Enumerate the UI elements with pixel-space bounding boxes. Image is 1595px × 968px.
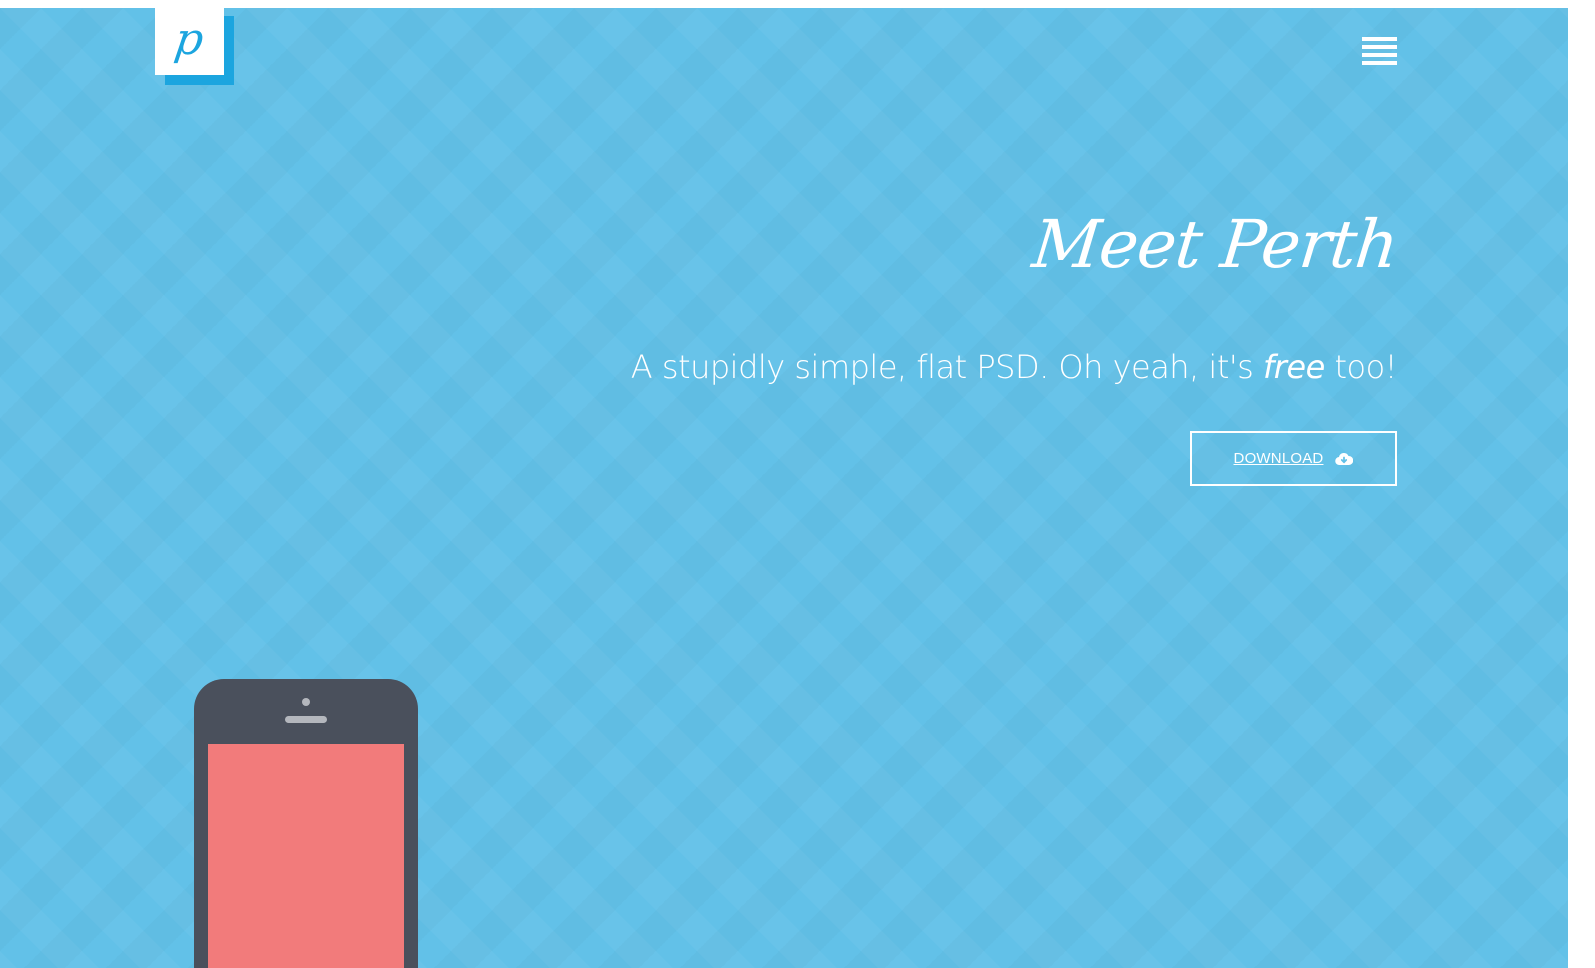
cloud-download-icon bbox=[1335, 452, 1354, 465]
menu-bar bbox=[1362, 37, 1397, 41]
menu-bar bbox=[1362, 45, 1397, 49]
phone-camera bbox=[302, 698, 310, 706]
hero-subtitle: A stupidly simple, flat PSD. Oh yeah, it… bbox=[630, 348, 1398, 386]
phone-illustration bbox=[194, 679, 418, 968]
perth-logo-icon: p bbox=[171, 13, 208, 65]
scrollbar-area bbox=[1568, 0, 1595, 968]
phone-speaker bbox=[285, 716, 327, 723]
download-button[interactable]: DOWNLOAD bbox=[1190, 431, 1397, 486]
site-logo[interactable]: p bbox=[155, 8, 235, 86]
hero-title: Meet Perth bbox=[1028, 206, 1402, 283]
subtitle-emphasis: free bbox=[1263, 348, 1325, 386]
hamburger-menu-icon[interactable] bbox=[1362, 37, 1397, 67]
menu-bar bbox=[1362, 61, 1397, 65]
logo-box: p bbox=[155, 8, 224, 75]
subtitle-text: A stupidly simple, flat PSD. Oh yeah, it… bbox=[630, 348, 1263, 386]
subtitle-text-end: too! bbox=[1324, 348, 1397, 386]
phone-screen bbox=[208, 744, 404, 968]
download-label: DOWNLOAD bbox=[1233, 450, 1324, 467]
menu-bar bbox=[1362, 53, 1397, 57]
hero-page: p Meet Perth A stupidly simple, flat PSD… bbox=[0, 8, 1568, 968]
